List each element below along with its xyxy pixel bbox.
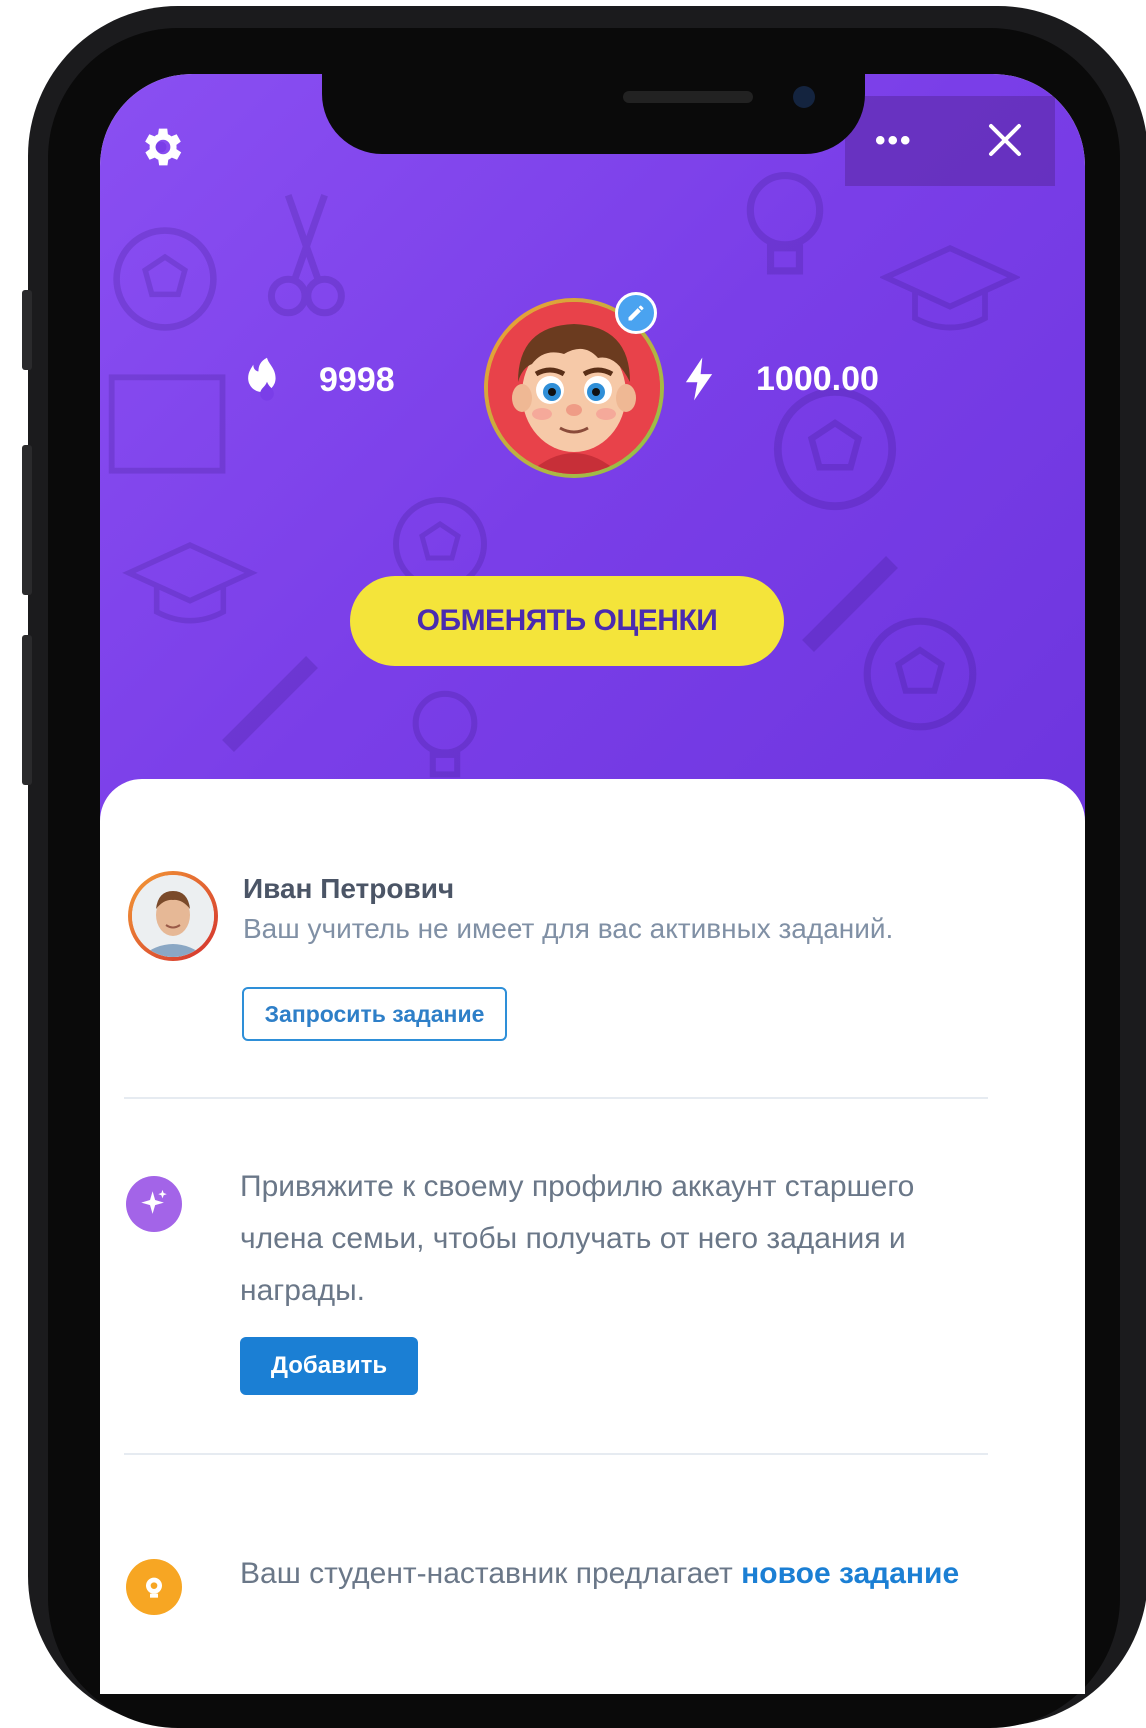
streak-stat: 9998 [245,356,395,404]
exchange-grades-button[interactable]: ОБМЕНЯТЬ ОЦЕНКИ [350,576,784,666]
more-icon[interactable]: ••• [875,124,913,158]
teacher-name: Иван Петрович [243,873,455,904]
cap-doodle-icon [880,244,1020,331]
pencil-doodle-2-icon [222,656,318,752]
ball-doodle-icon [113,227,217,331]
new-task-link[interactable]: новое задание [741,1557,959,1590]
pencil-icon [628,305,644,321]
teacher-photo [132,875,214,957]
pencil-doodle-icon [802,556,898,652]
profile-header: ••• 9998 1000.00 ОБМЕНЯТЬ ОЦЕНКИ [100,74,1085,854]
lightning-icon [685,357,713,401]
ball-doodle-2-icon [773,387,897,511]
divider [124,1453,988,1455]
paper-doodle-icon [108,374,226,474]
gear-icon[interactable] [136,122,186,172]
notch-camera [793,86,815,108]
teacher-avatar [128,871,218,961]
content-sheet: Иван Петрович Ваш учитель не имеет для в… [100,779,1085,1694]
divider [124,1097,988,1099]
energy-value: 1000.00 [756,359,879,398]
streak-value: 9998 [319,360,395,399]
cap-doodle-2-icon [122,542,258,624]
edit-avatar-button[interactable] [615,292,657,334]
sparkle-icon [126,1176,182,1232]
bulb-doodle-icon [746,171,824,275]
request-task-button[interactable]: Запросить задание [242,987,507,1041]
notch-speaker [623,91,753,103]
link-family-text: Привяжите к своему профилю аккаунт старш… [240,1170,915,1307]
mute-switch [22,290,32,370]
volume-up-button [22,445,32,595]
mentor-offer-label: Ваш студент-наставник предлагает [240,1557,733,1590]
volume-down-button [22,635,32,785]
close-icon[interactable] [985,120,1025,160]
window-controls: ••• [845,96,1055,186]
bulb-doodle-2-icon [412,690,478,778]
lightbulb-icon [126,1559,182,1615]
energy-stat: 1000.00 [682,356,879,402]
mentor-offer-text: Ваш студент-наставник предлагает новое з… [240,1557,959,1591]
fire-icon [248,357,276,401]
teacher-note: Ваш учитель не имеет для вас активных за… [243,913,894,944]
app-screen: ••• 9998 1000.00 ОБМЕНЯТЬ ОЦЕНКИ Иван Пе… [100,74,1085,1694]
add-family-button[interactable]: Добавить [240,1337,418,1395]
phone-notch [322,74,865,154]
scissors-doodle-icon [267,194,345,317]
